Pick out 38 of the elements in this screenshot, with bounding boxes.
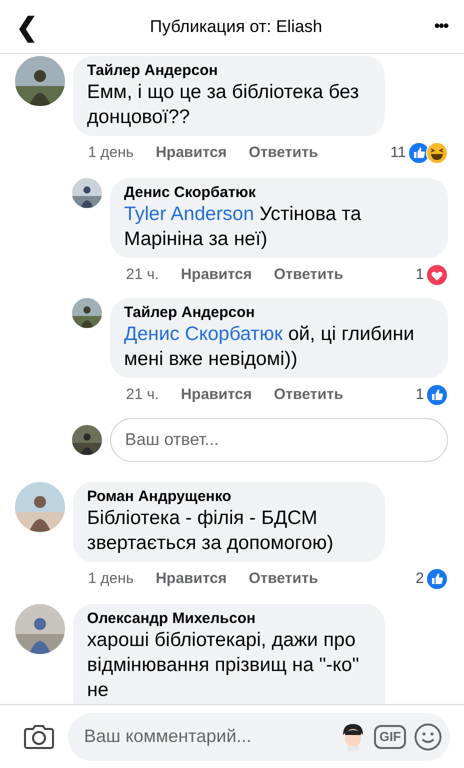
mention-link[interactable]: Tyler Anderson	[124, 203, 254, 225]
like-icon	[426, 384, 448, 406]
author-name[interactable]: Тайлер Андерсон	[124, 304, 434, 322]
more-button[interactable]: •••	[434, 14, 448, 38]
author-name[interactable]: Тайлер Андерсон	[87, 62, 371, 80]
author-name[interactable]: Денис Скорбатюк	[124, 184, 434, 202]
reaction-count[interactable]: 2	[416, 568, 424, 590]
reply-link[interactable]: Ответить	[274, 264, 344, 286]
comment-text: хароші бібліотекарі, дажи про відмінювання прізвищ на "-ко" не	[87, 628, 360, 703]
reaction-count[interactable]: 1	[416, 384, 424, 406]
like-link[interactable]: Нравится	[156, 142, 227, 164]
page-title: Публикация от: Eliash	[148, 16, 324, 38]
like-link[interactable]: Нравится	[180, 384, 252, 406]
mention-link[interactable]: Денис Скорбатюк	[124, 323, 283, 345]
reply-link[interactable]: Ответить	[274, 384, 344, 406]
timestamp: 21 ч.	[126, 384, 159, 405]
timestamp: 1 день	[88, 142, 134, 163]
comment-text: Tyler Anderson Устінова та Марініна за неї)	[124, 202, 362, 252]
reaction-count[interactable]: 1	[416, 264, 424, 286]
like-link[interactable]: Нравится	[156, 568, 227, 590]
gif-button[interactable]: GIF	[374, 724, 406, 748]
timestamp: 1 день	[88, 568, 134, 589]
comment-field[interactable]: Ваш комментарий... GIF	[68, 712, 450, 760]
comment-text: Емм, і що це за бібліотека без донцової??	[87, 80, 360, 130]
reply-link[interactable]: Ответить	[248, 568, 318, 590]
camera-icon[interactable]	[24, 724, 54, 750]
comment-text: Денис Скорбатюк ой, ці глибини мені вже невідомі))	[124, 322, 416, 372]
comment-text: Бібліотека - філія - БДСМ звертається за допомогою)	[87, 506, 334, 556]
timestamp: 21 ч.	[126, 264, 159, 285]
reply-field[interactable]: Ваш ответ...	[110, 418, 448, 462]
like-link[interactable]: Нравится	[180, 264, 252, 286]
emoji-icon[interactable]	[414, 722, 442, 750]
author-name[interactable]: Олександр Михельсон	[87, 610, 371, 628]
reply-link[interactable]: Ответить	[248, 142, 318, 164]
laughing-face-icon	[426, 142, 448, 164]
like-icon	[426, 568, 448, 590]
reaction-count[interactable]: 11	[390, 142, 406, 164]
author-name[interactable]: Роман Андрущенко	[87, 488, 371, 506]
